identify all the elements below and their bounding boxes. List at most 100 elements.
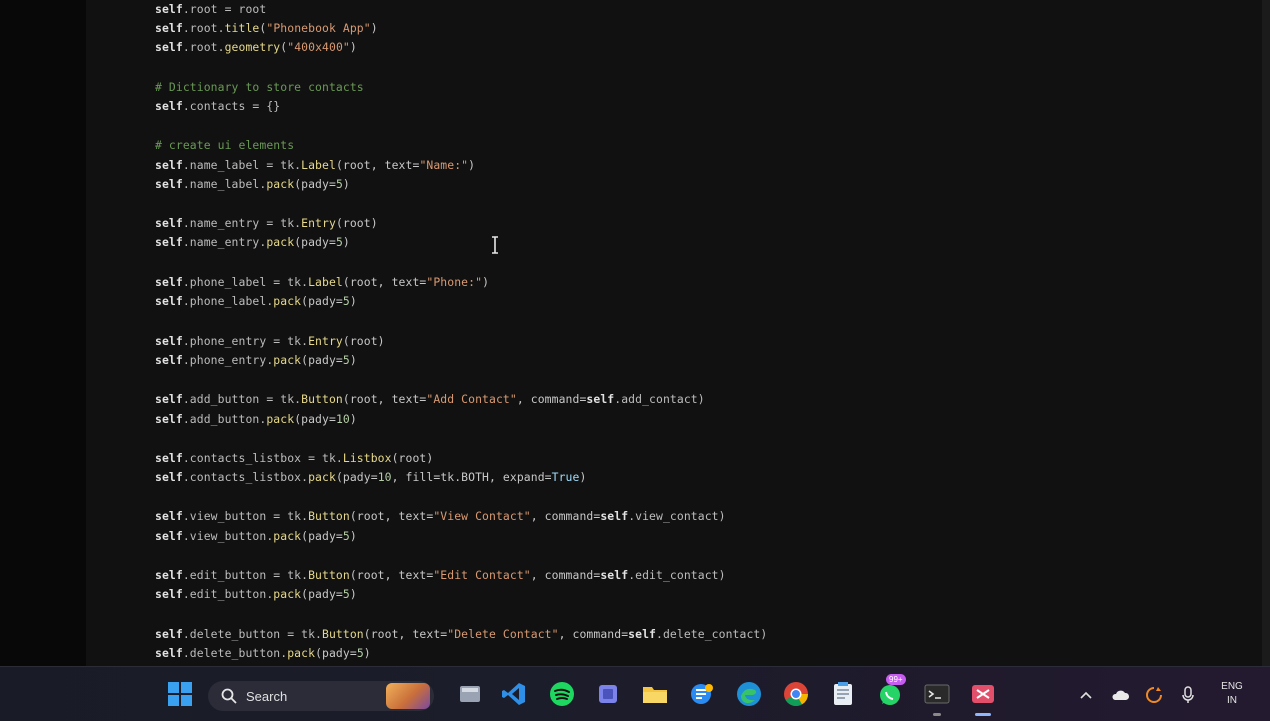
code-line[interactable]: self.phone_label = tk.Label(root, text="…	[155, 273, 489, 292]
whatsapp-app[interactable]: 99+	[876, 674, 906, 708]
code-token: Label	[308, 275, 343, 289]
code-token: self	[155, 451, 183, 465]
code-token: self	[155, 294, 183, 308]
code-token: self	[600, 568, 629, 582]
code-token: .contacts_listbox.	[182, 470, 309, 484]
code-token: "Edit Contact"	[433, 568, 531, 582]
office-app[interactable]	[594, 680, 622, 708]
code-token: .delete_button = tk.	[182, 627, 322, 641]
code-token: .view_button = tk.	[182, 509, 309, 523]
code-line[interactable]: self.edit_button = tk.Button(root, text=…	[155, 566, 726, 585]
code-token: .root.	[182, 40, 225, 54]
code-line[interactable]: self.name_entry = tk.Entry(root)	[155, 214, 378, 233]
code-token: (root, text=	[349, 568, 434, 582]
code-line[interactable]: self.root.title("Phonebook App")	[155, 19, 378, 38]
code-token: "Delete Contact"	[447, 627, 559, 641]
code-token: (root, text=	[363, 627, 448, 641]
edge-app[interactable]	[735, 680, 763, 708]
start-button[interactable]	[166, 680, 194, 708]
code-line[interactable]: self.root = root	[155, 0, 266, 19]
code-token: , command=	[530, 509, 601, 523]
code-line[interactable]: self.add_button = tk.Button(root, text="…	[155, 390, 705, 409]
code-line[interactable]: self.phone_label.pack(pady=5)	[155, 292, 357, 311]
microphone-button[interactable]	[1178, 685, 1198, 705]
phone-link-app[interactable]	[688, 680, 716, 708]
code-token: self	[155, 353, 183, 367]
code-line[interactable]: self.phone_entry.pack(pady=5)	[155, 351, 357, 370]
code-line[interactable]: self.contacts_listbox = tk.Listbox(root)	[155, 449, 433, 468]
code-token: .name_label.	[182, 177, 267, 191]
code-token: 5	[342, 587, 350, 601]
code-token: (pady=	[315, 646, 357, 660]
file-explorer-app[interactable]	[641, 680, 669, 708]
spotify-icon	[550, 682, 574, 706]
left-gutter	[0, 0, 86, 666]
code-token: self	[586, 392, 615, 406]
code-line[interactable]: self.name_label = tk.Label(root, text="N…	[155, 156, 475, 175]
code-line[interactable]: self.edit_button.pack(pady=5)	[155, 585, 357, 604]
code-token: , command=	[516, 392, 587, 406]
code-editor[interactable]: self.root = root self.root.title("Phonebo…	[86, 0, 1262, 666]
code-token: 5	[342, 529, 350, 543]
code-token: self	[155, 334, 183, 348]
network-status-button[interactable]	[1144, 685, 1164, 705]
code-token: .root.	[182, 21, 225, 35]
code-token: (root, text=	[342, 275, 427, 289]
notification-badge: 99+	[886, 674, 906, 685]
language-indicator[interactable]: ENG IN	[1212, 680, 1252, 708]
notepad-app[interactable]	[829, 680, 857, 708]
show-hidden-icons-button[interactable]	[1076, 685, 1096, 705]
code-token: self	[155, 275, 183, 289]
snipping-tool-active-indicator	[975, 713, 991, 716]
vscode-app[interactable]	[500, 680, 528, 708]
chrome-app[interactable]	[782, 680, 810, 708]
code-token: .phone_label.	[182, 294, 274, 308]
code-line[interactable]: self.delete_button = tk.Button(root, tex…	[155, 625, 767, 644]
terminal-app[interactable]	[923, 680, 951, 716]
terminal-active-indicator	[933, 713, 941, 716]
code-token: , command=	[558, 627, 629, 641]
code-line[interactable]: self.contacts_listbox.pack(pady=10, fill…	[155, 468, 586, 487]
code-line[interactable]: # Dictionary to store contacts	[155, 78, 364, 97]
onedrive-button[interactable]	[1110, 685, 1130, 705]
code-token: 5	[335, 177, 343, 191]
code-token: (pady=	[294, 412, 336, 426]
terminal-icon	[924, 684, 950, 704]
code-token: self	[155, 587, 183, 601]
code-token: .name_entry = tk.	[182, 216, 302, 230]
code-line[interactable]: self.add_button.pack(pady=10)	[155, 410, 357, 429]
code-line[interactable]: # create ui elements	[155, 136, 294, 155]
code-token: pack	[266, 235, 295, 249]
spotify-app[interactable]	[548, 680, 576, 708]
code-line[interactable]: self.root.geometry("400x400")	[155, 38, 357, 57]
code-token: title	[224, 21, 260, 35]
code-token: Listbox	[342, 451, 392, 465]
code-line[interactable]: self.view_button.pack(pady=5)	[155, 527, 357, 546]
code-line[interactable]: self.contacts = {}	[155, 97, 280, 116]
snipping-tool-app[interactable]	[969, 680, 997, 716]
editor-scrollbar[interactable]	[1262, 0, 1270, 666]
code-token: "400x400"	[287, 40, 350, 54]
search-highlight-image	[386, 683, 430, 709]
code-line[interactable]: self.phone_entry = tk.Entry(root)	[155, 332, 385, 351]
code-token: 10	[377, 470, 392, 484]
code-token: Button	[308, 568, 350, 582]
code-line[interactable]: self.name_entry.pack(pady=5)	[155, 233, 350, 252]
code-line[interactable]: self.view_button = tk.Button(root, text=…	[155, 507, 726, 526]
chrome-icon	[784, 682, 808, 707]
code-token: Button	[322, 627, 364, 641]
code-token: geometry	[224, 40, 281, 54]
code-token: )	[349, 294, 357, 308]
code-token: "View Contact"	[433, 509, 531, 523]
code-token: )	[349, 587, 357, 601]
code-token: # create ui elements	[155, 138, 295, 152]
code-line[interactable]: self.name_label.pack(pady=5)	[155, 175, 350, 194]
code-token: )	[363, 646, 371, 660]
code-line[interactable]: self.delete_button.pack(pady=5)	[155, 644, 371, 663]
code-token: (root)	[391, 451, 434, 465]
code-token: (root)	[342, 334, 385, 348]
task-view-button[interactable]	[456, 680, 484, 708]
code-token: )	[342, 235, 350, 249]
code-token: (pady=	[301, 294, 343, 308]
taskbar-search-box[interactable]: Search	[208, 681, 434, 711]
